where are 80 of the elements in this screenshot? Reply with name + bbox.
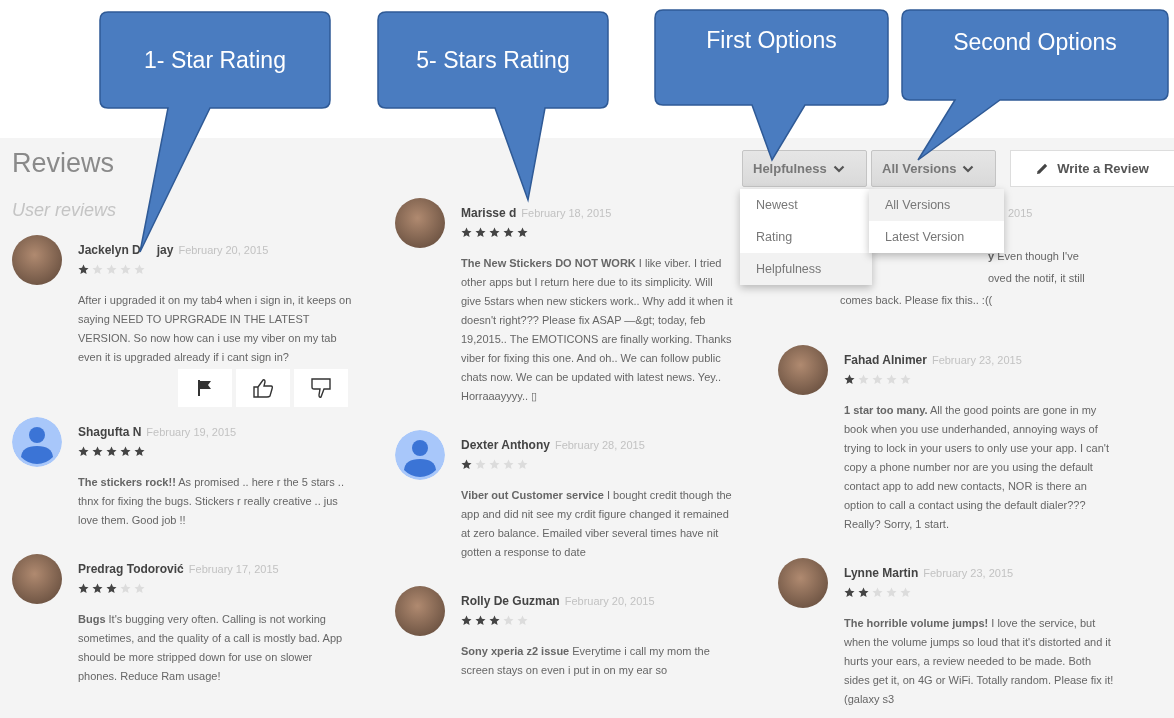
review-text: The New Stickers DO NOT WORK I like viber. I tried other apps but I return here due to its simplicity. Will give 5stars when new stickers work.. Why add it when it doesn't right??? Please fix ASAP —&gt; today, feb 19,2015.. The EMOTICONS are finally working. Thanks viber for fixing this one. And oh.. We can follow public chats now. We can be updated with latest news. Yey.. Horraaayyyy.. ▯ <box>461 256 734 404</box>
star-icon <box>503 459 514 470</box>
star-icon <box>872 374 883 385</box>
thumbs-down-icon <box>310 377 332 399</box>
thumbs-up-icon <box>252 377 274 399</box>
star-icon <box>106 446 117 457</box>
menu-item[interactable]: Latest Version <box>869 221 1004 253</box>
review-text: Sony xperia z2 issue Everytime i call my mom the screen stays on even i put in on my ear so <box>461 644 711 678</box>
star-icon <box>475 615 486 626</box>
menu-item[interactable]: All Versions <box>869 189 1004 221</box>
star-icon <box>475 459 486 470</box>
star-icon <box>844 587 855 598</box>
reviewer-name: jay <box>156 243 174 257</box>
callout-label: 1- Star Rating <box>144 46 286 74</box>
menu-item[interactable]: Rating <box>740 221 872 253</box>
star-icon <box>489 227 500 238</box>
star-icon <box>844 374 855 385</box>
flag-icon <box>196 379 214 397</box>
reviewer-name: Fahad Alnimer <box>844 353 927 367</box>
star-icon <box>503 615 514 626</box>
chevron-down-icon <box>962 164 975 173</box>
star-icon <box>517 459 528 470</box>
star-icon <box>120 264 131 275</box>
star-icon <box>134 446 145 457</box>
star-icon <box>886 587 897 598</box>
review-text: Bugs It's bugging very often. Calling is not working sometimes, and the quality of a call is mostly bad. App should be more stripped down for use on slower phones. Reduce Ram usage! <box>78 612 344 684</box>
star-icon <box>78 583 89 594</box>
star-icon <box>92 446 103 457</box>
reviewer-name: Predrag Todorović <box>78 562 184 576</box>
review-text: oved the notif, it still <box>988 271 1085 286</box>
write-review-button[interactable]: Write a Review <box>1010 150 1174 187</box>
sort-dropdown[interactable]: Helpfulness <box>742 150 867 187</box>
callout-label: 5- Stars Rating <box>416 46 570 74</box>
star-icon <box>78 264 89 275</box>
star-icon <box>106 264 117 275</box>
review-text: 1 star too many. All the good points are gone in my book when you use underhanded, annoying ways of trying to lock in your users to only use your app. I can't copy a phone number nor are you using the default contact app to add new contacts, NOR is there an option to call a contact using the default dialer??? Really? Sorry, 1 start. <box>844 403 1110 532</box>
reviewer-name: Rolly De Guzman <box>461 594 560 608</box>
like-button[interactable] <box>236 369 290 407</box>
reviewer-name: Jackelyn D <box>78 243 141 257</box>
star-icon <box>475 227 486 238</box>
star-icon <box>517 615 528 626</box>
star-icon <box>92 583 103 594</box>
flag-button[interactable] <box>178 369 232 407</box>
reviews-title: Reviews <box>12 148 115 179</box>
review-text: The horrible volume jumps! I love the service, but when the volume jumps so loud that it's distorted and it hurts your ears, a review needed to be made. Both sides get it, on 4G or WiFi. Totally random. Please fix it! (galaxy s3 <box>844 616 1115 707</box>
reviewer-name: Lynne Martin <box>844 566 919 580</box>
menu-item[interactable]: Helpfulness <box>740 253 872 285</box>
reviewer-name: Dexter Anthony <box>461 438 550 452</box>
callout-label: First Options <box>706 26 837 54</box>
star-icon <box>517 227 528 238</box>
star-icon <box>489 459 500 470</box>
star-icon <box>92 264 103 275</box>
review-text: After i upgraded it on my tab4 when i sign in, it keeps on saying NEED TO UPRGRADE IN THE LATEST VERSION. So now how can i use my viber on my tab even it is upgraded already if i cant sign in? <box>78 293 352 365</box>
star-icon <box>134 583 145 594</box>
star-icon <box>900 587 911 598</box>
star-icon <box>120 446 131 457</box>
callout-label: Second Options <box>953 28 1117 56</box>
version-dropdown[interactable]: All Versions <box>871 150 996 187</box>
star-icon <box>134 264 145 275</box>
star-icon <box>858 587 869 598</box>
star-icon <box>461 459 472 470</box>
star-icon <box>886 374 897 385</box>
reviewer-name: Marisse d <box>461 206 517 220</box>
review-text: comes back. Please fix this.. :(( <box>840 293 993 308</box>
star-icon <box>900 374 911 385</box>
star-icon <box>106 583 117 594</box>
star-icon <box>503 227 514 238</box>
reviewer-name: Shagufta N <box>78 425 142 439</box>
star-icon <box>461 615 472 626</box>
dislike-button[interactable] <box>294 369 348 407</box>
star-icon <box>120 583 131 594</box>
star-icon <box>872 587 883 598</box>
star-icon <box>78 446 89 457</box>
star-icon <box>489 615 500 626</box>
star-icon <box>461 227 472 238</box>
review-text: The stickers rock!! As promised .. here r the 5 stars .. thnx for fixing the bugs. Stickers r really creative .. jus love them. Good job !! <box>78 475 345 528</box>
menu-item[interactable]: Newest <box>740 189 872 221</box>
star-icon <box>858 374 869 385</box>
chevron-down-icon <box>832 164 845 173</box>
review-text: Viber out Customer service I bought credit though the app and did nit see my crdit figure changed it remained at zero balance. Emailed viber several times have nit gotten a response to date <box>461 488 733 560</box>
